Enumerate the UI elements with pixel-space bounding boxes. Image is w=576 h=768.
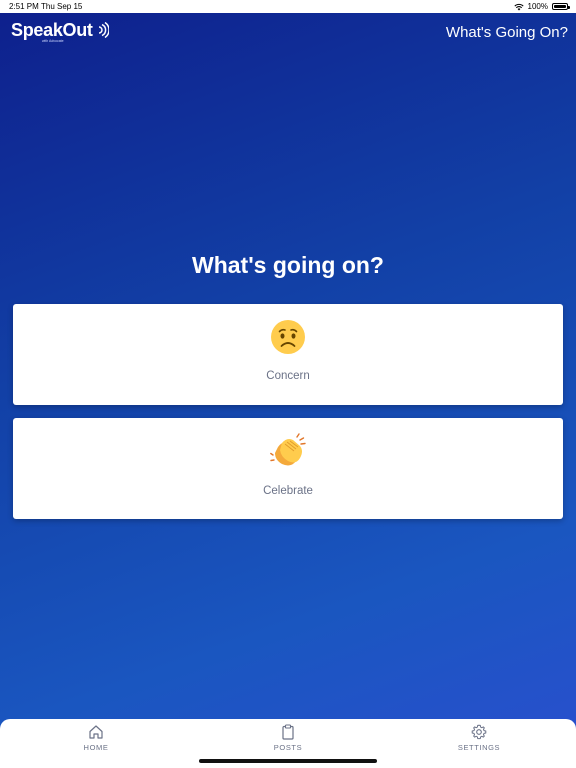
clapping-hands-icon [270,433,306,466]
logo-subtext: with Advocate [42,39,64,43]
celebrate-option-card[interactable]: Celebrate [13,418,563,519]
app-screen: 2:51 PM Thu Sep 15 100% SpeakOut with Ad… [0,0,576,768]
status-time: 2:51 PM [9,2,39,11]
nav-home[interactable]: HOME [56,724,136,752]
page-title: What's going on? [192,252,384,278]
header-title: What's Going On? [445,24,568,41]
celebrate-label: Celebrate [263,485,313,497]
home-indicator [199,759,377,763]
home-icon [89,725,103,739]
nav-posts-label: POSTS [273,743,303,752]
nav-posts[interactable]: POSTS [248,724,328,752]
status-date: Thu Sep 15 [41,2,83,11]
wifi-icon [513,3,524,10]
gear-icon [471,724,487,740]
status-indicators: 100% [513,0,570,13]
nav-settings[interactable]: SETTINGS [439,724,519,752]
battery-icon [552,3,570,10]
sound-waves-icon [98,22,109,38]
nav-home-label: HOME [83,743,109,752]
concern-option-card[interactable]: Concern [13,304,563,405]
battery-percent: 100% [527,2,548,11]
clipboard-icon [282,724,294,740]
concern-label: Concern [266,370,310,382]
status-bar: 2:51 PM Thu Sep 15 100% [0,0,576,13]
app-logo: SpeakOut [11,20,93,40]
worried-face-icon [271,320,305,354]
nav-settings-label: SETTINGS [457,743,501,752]
